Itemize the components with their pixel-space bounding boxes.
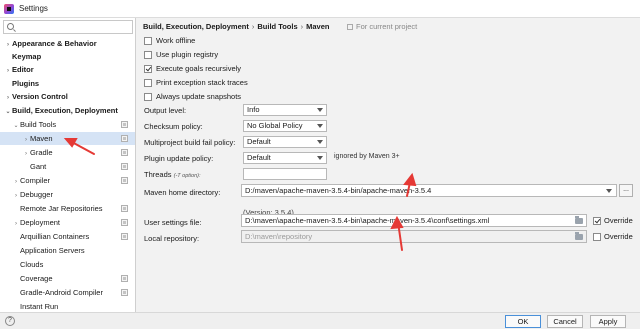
sidebar-item-label: Build, Execution, Deployment (12, 106, 118, 115)
sidebar-item-label: Remote Jar Repositories (20, 204, 103, 213)
project-level-icon (121, 163, 128, 170)
sidebar-item-label: Gant (30, 162, 47, 171)
search-icon (7, 23, 14, 30)
multiproject-fail-policy-select[interactable]: Default (243, 136, 327, 148)
output-level-label: Output level: (144, 106, 187, 115)
project-level-icon (347, 24, 353, 30)
sidebar-item-label: Build Tools (20, 120, 57, 129)
plugin-update-policy-label: Plugin update policy: (144, 154, 214, 163)
local-repository-override-option[interactable]: Override (593, 232, 633, 241)
plugin-update-note: ignored by Maven 3+ (334, 153, 400, 160)
local-repository-override-checkbox[interactable] (593, 232, 601, 241)
execute-goals-recursively-option[interactable]: Execute goals recursively (144, 63, 241, 74)
sidebar-item-label: Clouds (20, 260, 44, 269)
execute-goals-recursively-checkbox[interactable] (144, 64, 152, 73)
sidebar-item-label: Version Control (12, 92, 68, 101)
sidebar-item-remote-jar-repositories[interactable]: Remote Jar Repositories (0, 202, 135, 215)
always-update-snapshots-option[interactable]: Always update snapshots (144, 91, 241, 102)
sidebar-item-coverage[interactable]: Coverage (0, 272, 135, 285)
title-bar: Settings (0, 0, 640, 18)
folder-icon[interactable] (575, 216, 583, 224)
apply-button[interactable]: Apply (590, 315, 626, 328)
sidebar-item-label: Compiler (20, 176, 51, 185)
settings-search-input[interactable] (3, 20, 133, 34)
project-level-icon (121, 233, 128, 240)
sidebar-item-clouds[interactable]: Clouds (0, 258, 135, 271)
project-level-icon (121, 289, 128, 296)
sidebar-item-label: Appearance & Behavior (12, 39, 97, 48)
plugin-update-policy-select[interactable]: Default (243, 152, 327, 164)
maven-home-combo[interactable]: D:/maven/apache-maven-3.5.4-bin/apache-m… (241, 184, 617, 197)
user-settings-override-option[interactable]: Override (593, 216, 633, 225)
intellij-idea-icon (4, 3, 14, 14)
project-level-icon (121, 275, 128, 282)
sidebar-item-gradle-android-compiler[interactable]: Gradle-Android Compiler (0, 286, 135, 299)
maven-settings-panel: Build, Execution, Deployment › Build Tools… (137, 18, 640, 312)
sidebar-item-label: Coverage (20, 274, 53, 283)
project-level-icon (121, 121, 128, 128)
always-update-snapshots-checkbox[interactable] (144, 92, 152, 101)
cancel-button[interactable]: Cancel (547, 315, 583, 328)
sidebar-item-debugger[interactable]: › Debugger (0, 188, 135, 201)
print-exception-option[interactable]: Print exception stack traces (144, 77, 248, 88)
sidebar-item-build-execution-deployment[interactable]: ⌄Build, Execution, Deployment (0, 104, 135, 117)
user-settings-label: User settings file: (144, 218, 202, 227)
sidebar-item-maven[interactable]: › Maven (0, 132, 135, 145)
ok-button[interactable]: OK (505, 315, 541, 328)
sidebar-item-version-control[interactable]: › Version Control (0, 90, 135, 103)
checksum-policy-select[interactable]: No Global Policy (243, 120, 327, 132)
sidebar-item-label: Keymap (12, 52, 42, 61)
sidebar-item-arquillian-containers[interactable]: Arquillian Containers (0, 230, 135, 243)
project-level-icon (121, 135, 128, 142)
sidebar-item-appearance-behavior[interactable]: › Appearance & Behavior (0, 37, 135, 50)
project-level-icon (121, 149, 128, 156)
sidebar-item-plugins[interactable]: Plugins (0, 77, 135, 90)
work-offline-checkbox[interactable] (144, 36, 152, 45)
folder-icon[interactable] (575, 232, 583, 240)
sidebar-item-label: Gradle-Android Compiler (20, 288, 103, 297)
threads-label: Threads (-T option): (144, 170, 201, 179)
sidebar-item-gant[interactable]: Gant (0, 160, 135, 173)
project-level-icon (121, 177, 128, 184)
local-repository-input[interactable]: D:\maven\repository (241, 230, 587, 243)
sidebar-item-deployment[interactable]: › Deployment (0, 216, 135, 229)
project-level-icon (121, 205, 128, 212)
sidebar-item-label: Maven (30, 134, 53, 143)
sidebar-item-label: Arquillian Containers (20, 232, 90, 241)
project-level-icon (121, 219, 128, 226)
sidebar-item-label: Instant Run (20, 302, 59, 311)
multiproject-fail-policy-label: Multiproject build fail policy: (144, 138, 236, 147)
browse-maven-home-button[interactable]: ... (619, 184, 633, 197)
sidebar-item-label: Editor (12, 65, 34, 74)
use-plugin-registry-checkbox[interactable] (144, 50, 152, 59)
print-exception-checkbox[interactable] (144, 78, 152, 87)
sidebar-item-label: Deployment (20, 218, 61, 227)
sidebar-item-compiler[interactable]: › Compiler (0, 174, 135, 187)
help-icon[interactable]: ? (5, 316, 15, 326)
sidebar-item-application-servers[interactable]: Application Servers (0, 244, 135, 257)
checksum-policy-label: Checksum policy: (144, 122, 203, 131)
sidebar-item-label: Application Servers (20, 246, 85, 255)
sidebar-item-editor[interactable]: › Editor (0, 63, 135, 76)
sidebar-item-label: Gradle (30, 148, 53, 157)
local-repository-label: Local repository: (144, 234, 200, 243)
sidebar-item-build-tools[interactable]: ⌄Build Tools (0, 118, 135, 131)
sidebar-item-keymap[interactable]: Keymap (0, 50, 135, 63)
work-offline-option[interactable]: Work offline (144, 35, 195, 46)
settings-sidebar: › Appearance & Behavior Keymap › Editor Pl… (0, 18, 136, 312)
window-title: Settings (19, 4, 48, 13)
output-level-select[interactable]: Info (243, 104, 327, 116)
breadcrumb: Build, Execution, Deployment › Build Tools… (143, 22, 330, 31)
for-current-project-note: For current project (347, 22, 417, 31)
threads-input[interactable] (243, 168, 327, 180)
sidebar-item-label: Debugger (20, 190, 53, 199)
user-settings-input[interactable]: D:\maven\apache-maven-3.5.4-bin\apache-m… (241, 214, 587, 227)
sidebar-item-label: Plugins (12, 79, 40, 88)
use-plugin-registry-option[interactable]: Use plugin registry (144, 49, 218, 60)
dialog-button-bar: ? OK Cancel Apply (0, 312, 640, 329)
maven-home-label: Maven home directory: (144, 188, 221, 197)
user-settings-override-checkbox[interactable] (593, 216, 601, 225)
sidebar-item-gradle[interactable]: › Gradle (0, 146, 135, 159)
